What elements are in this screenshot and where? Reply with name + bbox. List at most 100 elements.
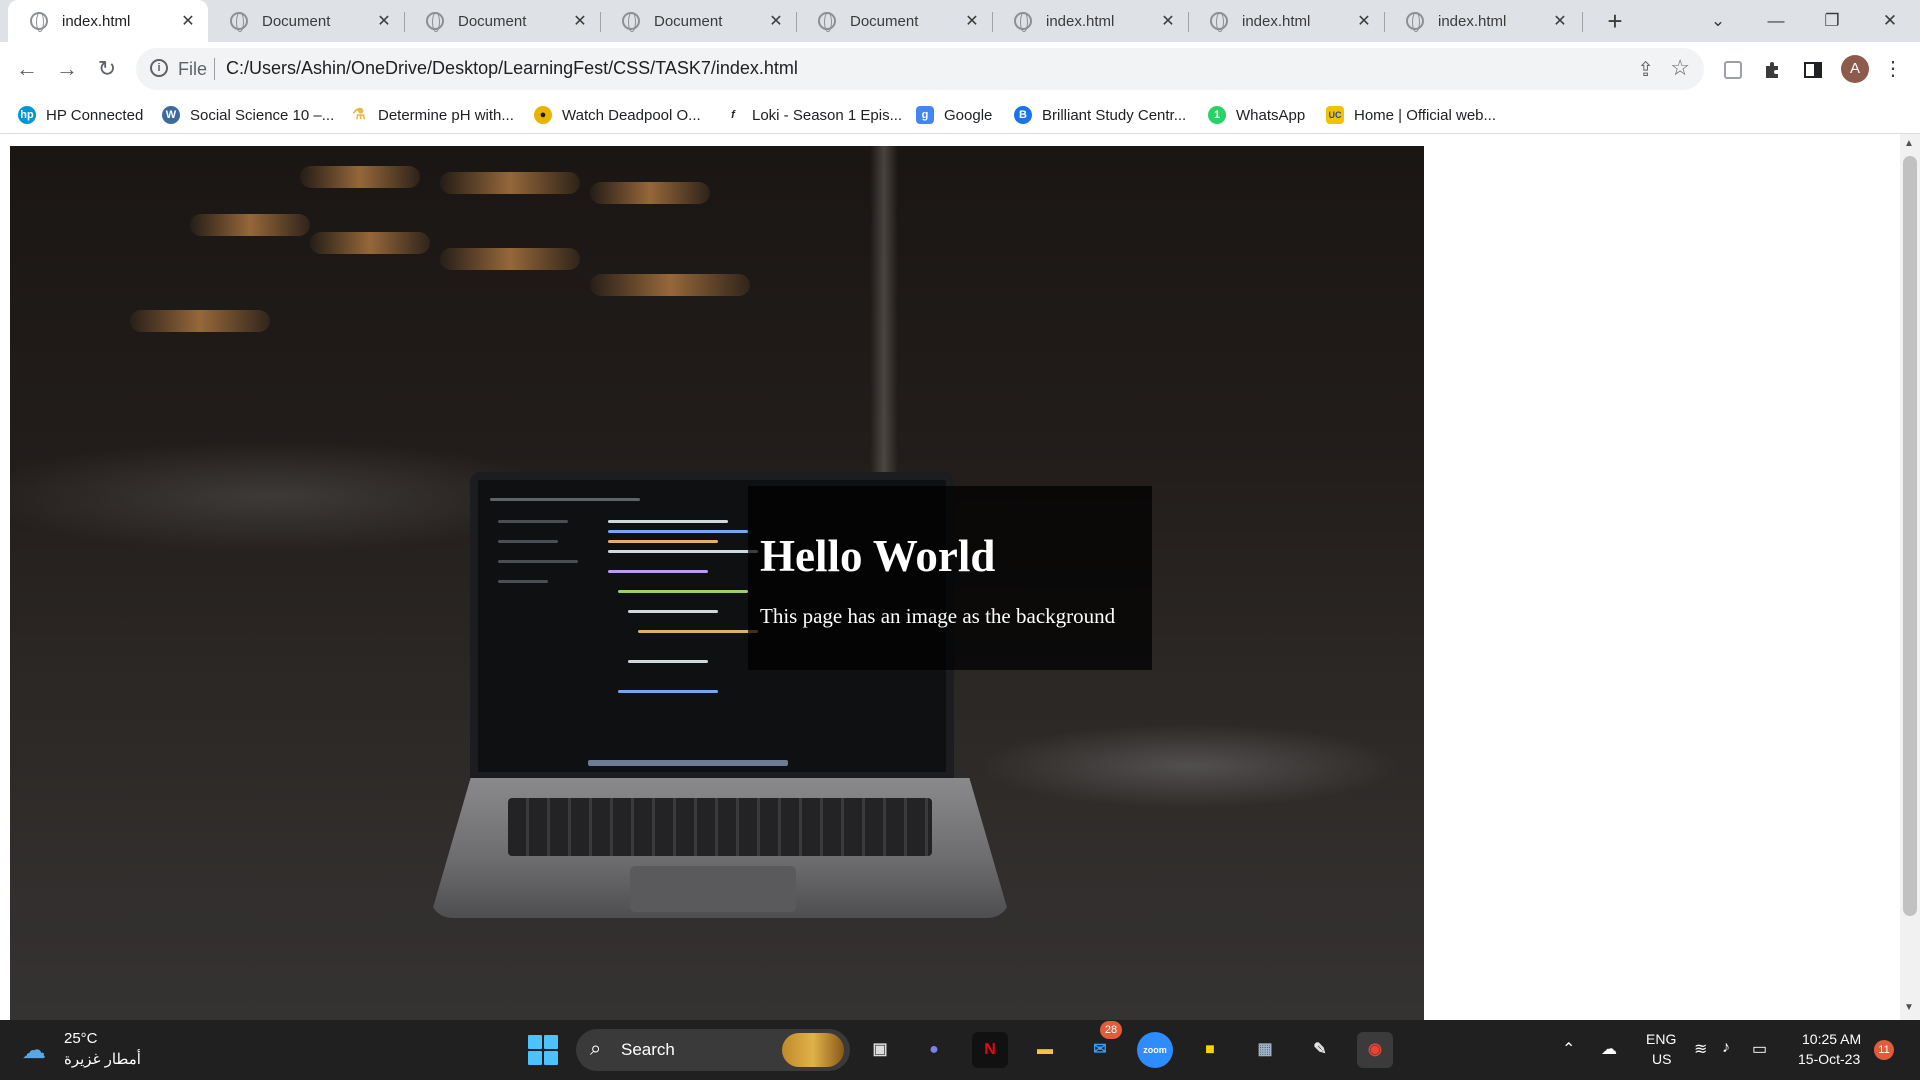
code-line <box>608 520 728 523</box>
notification-badge[interactable]: 11 <box>1874 1040 1894 1060</box>
bookmark-hp-connected[interactable]: hp HP Connected <box>18 103 143 127</box>
tab-search-icon[interactable]: ⌄ <box>1700 6 1736 36</box>
start-button[interactable] <box>528 1035 558 1065</box>
bookmark-brilliant[interactable]: B Brilliant Study Centr... <box>1014 103 1186 127</box>
start-tile <box>544 1051 558 1065</box>
dock <box>588 760 788 766</box>
tab-title: Document <box>458 12 527 30</box>
globe-icon <box>818 12 836 32</box>
scroll-up-icon[interactable]: ▲ <box>1904 138 1914 149</box>
language-indicator[interactable]: ENG <box>1646 1031 1676 1047</box>
code-line <box>618 690 718 693</box>
bookmark-label: Social Science 10 –... <box>190 106 335 124</box>
page-viewport: Hello World This page has an image as th… <box>0 134 1920 1020</box>
code-line <box>498 580 548 583</box>
task-view-icon[interactable]: ▣ <box>862 1032 898 1068</box>
weather-temperature[interactable]: 25°C <box>64 1030 98 1047</box>
share-icon[interactable]: ⇪ <box>1637 57 1654 82</box>
forward-button[interactable]: → <box>52 54 82 84</box>
sticky-notes-icon[interactable]: ■ <box>1192 1032 1228 1068</box>
wifi-icon[interactable]: ≋ <box>1694 1039 1707 1059</box>
code-line <box>498 520 568 523</box>
bookmark-deadpool[interactable]: ● Watch Deadpool O... <box>534 103 701 127</box>
window-light <box>590 274 750 296</box>
tab-document[interactable]: Document ✕ <box>600 0 796 42</box>
bookmark-label: Loki - Season 1 Epis... <box>752 106 903 124</box>
puzzle-icon[interactable] <box>1758 54 1788 84</box>
tab-close-icon[interactable]: ✕ <box>1550 11 1570 31</box>
language-region[interactable]: US <box>1652 1051 1671 1067</box>
window-light <box>440 172 580 194</box>
bookmark-google[interactable]: g Google <box>916 103 992 127</box>
code-line <box>618 590 748 593</box>
reload-button[interactable]: ↻ <box>92 54 122 84</box>
bookmark-whatsapp[interactable]: 1 WhatsApp <box>1208 103 1305 127</box>
bookmark-home-official[interactable]: UC Home | Official web... <box>1326 103 1496 127</box>
taskbar-search[interactable]: ⌕ Search <box>576 1029 850 1071</box>
fmovies-icon: f <box>724 106 742 124</box>
chrome-icon[interactable]: ◉ <box>1357 1032 1393 1068</box>
scroll-thumb[interactable] <box>1903 156 1917 916</box>
clock-time[interactable]: 10:25 AM <box>1802 1031 1861 1047</box>
menu-icon[interactable]: ⋮ <box>1878 54 1908 84</box>
notepad-icon[interactable]: ✎ <box>1302 1032 1338 1068</box>
tab-title: Document <box>850 12 919 30</box>
show-hidden-icons[interactable]: ⌃ <box>1562 1039 1575 1059</box>
tab-index-html[interactable]: index.html ✕ <box>1188 0 1384 42</box>
tab-close-icon[interactable]: ✕ <box>374 11 394 31</box>
tab-close-icon[interactable]: ✕ <box>570 11 590 31</box>
code-line <box>628 610 718 613</box>
new-tab-button[interactable]: + <box>1600 6 1630 36</box>
tab-title: Document <box>262 12 331 30</box>
hp-icon: hp <box>18 106 36 124</box>
code-line <box>490 498 640 501</box>
volume-icon[interactable]: ♪ <box>1722 1039 1730 1057</box>
tab-close-icon[interactable]: ✕ <box>1158 11 1178 31</box>
tab-document[interactable]: Document ✕ <box>208 0 404 42</box>
background-image: Hello World This page has an image as th… <box>10 146 1424 1020</box>
tab-document[interactable]: Document ✕ <box>796 0 992 42</box>
netflix-icon[interactable]: N <box>972 1032 1008 1068</box>
uc-icon: UC <box>1326 106 1344 124</box>
url-text[interactable]: C:/Users/Ashin/OneDrive/Desktop/Learning… <box>226 58 798 79</box>
bookmark-loki[interactable]: f Loki - Season 1 Epis... <box>724 103 902 127</box>
minimize-button[interactable]: — <box>1758 6 1794 36</box>
tab-close-icon[interactable]: ✕ <box>178 11 198 31</box>
back-button[interactable]: ← <box>12 54 42 84</box>
battery-icon[interactable]: ▭ <box>1752 1039 1767 1059</box>
file-explorer-icon[interactable]: ▬ <box>1027 1032 1063 1068</box>
tab-close-icon[interactable]: ✕ <box>1354 11 1374 31</box>
calculator-icon[interactable]: ▦ <box>1247 1032 1283 1068</box>
tab-document[interactable]: Document ✕ <box>404 0 600 42</box>
bookmark-determine-ph[interactable]: ⚗ Determine pH with... <box>350 103 514 127</box>
vertical-scrollbar[interactable]: ▲ ▼ <box>1900 134 1920 1020</box>
restore-button[interactable]: ❐ <box>1814 6 1850 36</box>
close-window-button[interactable]: ✕ <box>1872 6 1908 36</box>
tab-index-html-active[interactable]: index.html ✕ <box>8 0 208 42</box>
site-info-icon[interactable]: i <box>150 59 168 77</box>
address-bar[interactable]: i File C:/Users/Ashin/OneDrive/Desktop/L… <box>136 48 1704 90</box>
side-panel-icon[interactable] <box>1798 54 1828 84</box>
tab-index-html[interactable]: index.html ✕ <box>1384 0 1580 42</box>
bookmark-label: Home | Official web... <box>1354 106 1497 124</box>
mail-badge: 28 <box>1100 1021 1122 1039</box>
tab-index-html[interactable]: index.html ✕ <box>992 0 1188 42</box>
bookmark-star-icon[interactable]: ☆ <box>1670 55 1690 81</box>
profile-avatar[interactable]: A <box>1841 55 1869 83</box>
bookmark-label: Determine pH with... <box>378 106 514 124</box>
zoom-icon[interactable]: zoom <box>1137 1032 1173 1068</box>
browser-toolbar: ← → ↻ i File C:/Users/Ashin/OneDrive/Des… <box>0 42 1920 96</box>
bookmark-social-science[interactable]: W Social Science 10 –... <box>162 103 334 127</box>
code-line <box>608 530 748 533</box>
tab-close-icon[interactable]: ✕ <box>766 11 786 31</box>
tab-title: Document <box>654 12 723 30</box>
scroll-down-icon[interactable]: ▼ <box>1904 1002 1914 1013</box>
tab-close-icon[interactable]: ✕ <box>962 11 982 31</box>
teams-chat-icon[interactable]: ● <box>916 1032 952 1068</box>
weather-description[interactable]: أمطار غزيرة <box>64 1050 141 1068</box>
weather-rain-icon[interactable]: ☁ <box>22 1038 54 1064</box>
tab-title: index.html <box>1438 12 1507 30</box>
clock-date[interactable]: 15-Oct-23 <box>1798 1051 1860 1067</box>
reading-list-icon[interactable] <box>1718 54 1748 84</box>
onedrive-offline-icon[interactable]: ☁ <box>1601 1039 1617 1059</box>
